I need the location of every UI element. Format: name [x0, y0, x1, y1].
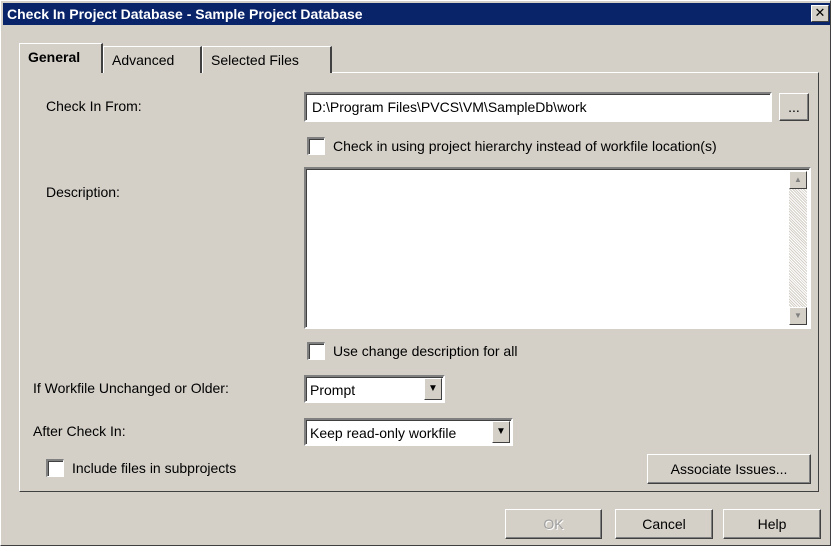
cancel-button[interactable]: Cancel	[615, 509, 713, 539]
tab-advanced-label: Advanced	[112, 52, 175, 68]
check-in-dialog: Check In Project Database - Sample Proje…	[0, 0, 831, 546]
general-panel	[19, 72, 819, 492]
window-title: Check In Project Database - Sample Proje…	[7, 6, 363, 22]
tab-advanced[interactable]: Advanced	[103, 46, 202, 73]
close-button[interactable]: ✕	[811, 5, 829, 22]
cancel-label: Cancel	[642, 516, 686, 532]
tab-selected-files[interactable]: Selected Files	[202, 46, 332, 73]
ok-label: OK	[543, 516, 564, 532]
title-bar: Check In Project Database - Sample Proje…	[3, 3, 830, 25]
help-button[interactable]: Help	[723, 509, 821, 539]
tab-selected-files-label: Selected Files	[211, 52, 299, 68]
close-icon: ✕	[814, 5, 826, 20]
ok-button[interactable]: OK	[505, 509, 602, 539]
tab-general[interactable]: General	[19, 43, 103, 73]
tab-general-label: General	[28, 49, 81, 65]
help-label: Help	[757, 516, 787, 532]
